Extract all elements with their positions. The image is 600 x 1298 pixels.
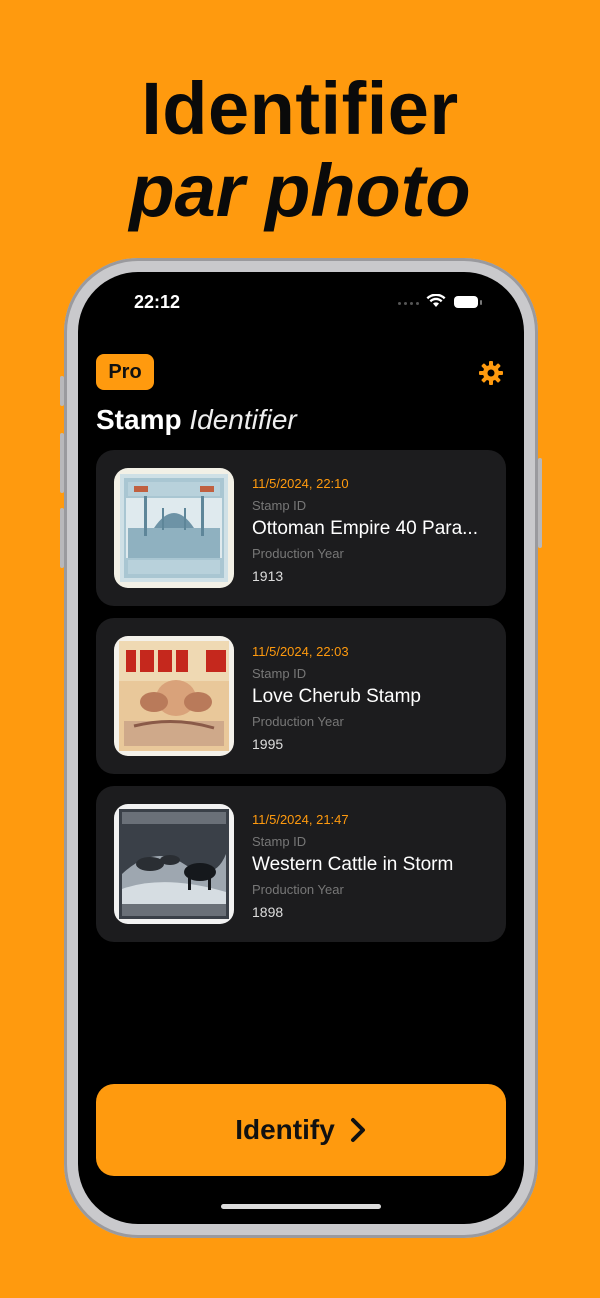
scan-date: 11/5/2024, 22:10 bbox=[252, 476, 349, 491]
status-time: 22:12 bbox=[134, 292, 181, 312]
promo-headline-line2: par photo bbox=[129, 149, 471, 232]
volume-up-button bbox=[60, 433, 64, 493]
signal-icon bbox=[398, 302, 419, 305]
stamp-card[interactable]: 11/5/2024, 22:03 Stamp ID Love Cherub St… bbox=[96, 618, 506, 774]
scan-date: 11/5/2024, 21:47 bbox=[252, 812, 349, 827]
wifi-icon bbox=[426, 294, 446, 307]
stamp-card[interactable]: 11/5/2024, 21:47 Stamp ID Western Cattle… bbox=[96, 786, 506, 942]
production-year-label: Production Year bbox=[252, 546, 344, 561]
production-year-label: Production Year bbox=[252, 714, 344, 729]
stamp-thumbnail-western-cattle bbox=[114, 804, 234, 924]
production-year-value: 1995 bbox=[252, 736, 284, 752]
volume-down-button bbox=[60, 508, 64, 568]
stamp-id-label: Stamp ID bbox=[252, 834, 307, 849]
production-year-value: 1913 bbox=[252, 568, 284, 584]
stamp-id-label: Stamp ID bbox=[252, 666, 307, 681]
production-year-value: 1898 bbox=[252, 904, 284, 920]
title-bold: Stamp bbox=[96, 404, 182, 435]
page-title: Stamp Identifier bbox=[96, 404, 297, 436]
stamp-name: Western Cattle in Storm bbox=[252, 854, 454, 875]
identify-label: Identify bbox=[235, 1114, 335, 1145]
promo-headline-line1: Identifier bbox=[141, 67, 459, 150]
home-indicator[interactable] bbox=[221, 1204, 381, 1209]
title-italic: Identifier bbox=[189, 404, 297, 435]
scan-date: 11/5/2024, 22:03 bbox=[252, 644, 349, 659]
phone-screen: 22:12 Pro Stamp Identifier 11/5/2024, 22… bbox=[78, 272, 524, 1224]
stamp-thumbnail-love-cherub bbox=[114, 636, 234, 756]
power-button bbox=[538, 458, 542, 548]
gear-icon[interactable] bbox=[478, 360, 504, 386]
stamp-name: Love Cherub Stamp bbox=[252, 686, 421, 707]
stamp-id-label: Stamp ID bbox=[252, 498, 307, 513]
stamp-card[interactable]: 11/5/2024, 22:10 Stamp ID Ottoman Empire… bbox=[96, 450, 506, 606]
battery-icon bbox=[454, 296, 482, 308]
production-year-label: Production Year bbox=[252, 882, 344, 897]
pro-button[interactable]: Pro bbox=[96, 354, 154, 390]
identify-button[interactable]: Identify bbox=[96, 1084, 506, 1176]
mute-switch bbox=[60, 376, 64, 406]
stamp-thumbnail-ottoman bbox=[114, 468, 234, 588]
chevron-right-icon bbox=[350, 1118, 365, 1142]
stamp-name: Ottoman Empire 40 Para... bbox=[252, 518, 478, 539]
